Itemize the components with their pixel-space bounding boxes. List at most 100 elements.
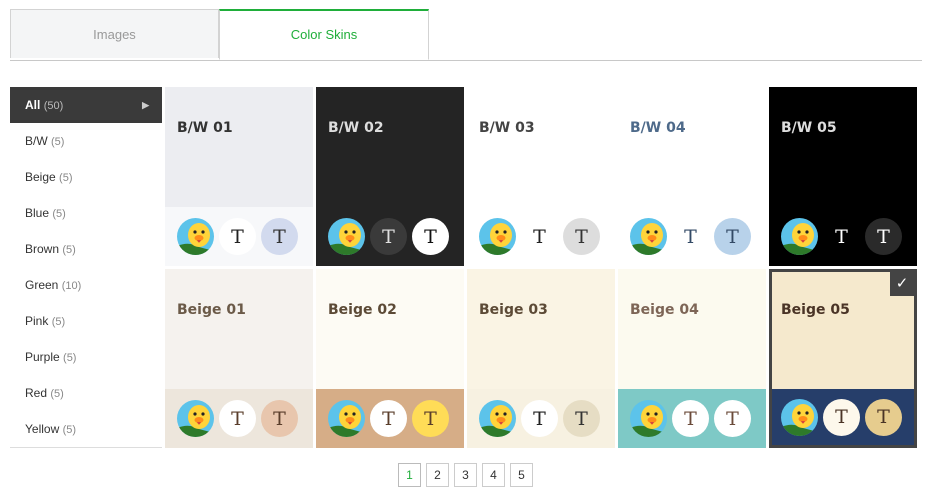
skin-tile[interactable]: B/W 05 T T <box>769 87 917 266</box>
page-1[interactable]: 1 <box>398 463 421 487</box>
tab-color-skins[interactable]: Color Skins <box>219 9 429 60</box>
skin-preview-bottom: TT <box>618 389 766 448</box>
sidebar-item-label: Blue <box>25 206 50 220</box>
skin-preview-top: B/W 05 <box>769 87 917 207</box>
sidebar-item-all[interactable]: All (50) ▶ <box>10 87 162 123</box>
sally-duck-icon <box>630 218 667 255</box>
skin-tile[interactable]: B/W 04 T T <box>618 87 766 266</box>
skin-preview-top: B/W 01 <box>165 87 313 207</box>
sidebar-item-label: Purple <box>25 350 60 364</box>
sidebar-item-count: (50) <box>43 100 64 112</box>
text-sample-dark: T <box>714 218 751 255</box>
category-sidebar: All (50) ▶ B/W (5) Beige (5) Blue (5) Br… <box>10 87 162 448</box>
skin-tile[interactable]: B/W 02 T T <box>316 87 464 266</box>
sidebar-item-label: Brown <box>25 242 60 256</box>
sidebar-item-count: (5) <box>59 172 73 184</box>
skin-name: B/W 02 <box>328 120 384 136</box>
page-2[interactable]: 2 <box>426 463 449 487</box>
sidebar-item-label: B/W <box>25 134 48 148</box>
sidebar-item-red[interactable]: Red (5) <box>10 375 162 411</box>
skin-preview-top: B/W 04 <box>618 87 766 207</box>
skin-preview-bottom: TT <box>316 207 464 266</box>
text-sample-light: T <box>370 218 407 255</box>
skin-name: B/W 04 <box>630 120 686 136</box>
sidebar-item-label: Pink <box>25 314 49 328</box>
sidebar-item-green[interactable]: Green (10) <box>10 267 162 303</box>
text-sample-light: T <box>370 400 407 437</box>
skin-preview-bottom: TT <box>165 389 313 448</box>
sidebar-item-brown[interactable]: Brown (5) <box>10 231 162 267</box>
text-sample-light: T <box>672 218 709 255</box>
text-sample-light: T <box>521 400 558 437</box>
checkmark-icon: ✓ <box>890 272 914 296</box>
sally-duck-icon <box>177 218 214 255</box>
sidebar-item-bw[interactable]: B/W (5) <box>10 123 162 159</box>
sally-duck-icon <box>177 400 214 437</box>
skin-preview-bottom: TT <box>316 389 464 448</box>
sidebar-item-label: Green <box>25 278 59 292</box>
sally-duck-icon <box>328 400 365 437</box>
skin-preview-bottom: TT <box>467 207 615 266</box>
skin-tile[interactable]: Beige 04 T T <box>618 269 766 448</box>
pagination: 1 2 3 4 5 <box>398 463 533 487</box>
text-sample-dark: T <box>412 400 449 437</box>
page-5[interactable]: 5 <box>510 463 533 487</box>
skin-name: B/W 05 <box>781 120 837 136</box>
text-sample-dark: T <box>412 218 449 255</box>
skin-preview-top: Beige 01 <box>165 269 313 389</box>
skin-name: Beige 01 <box>177 302 246 318</box>
skin-preview-bottom: TT <box>618 207 766 266</box>
skin-name: Beige 04 <box>630 302 699 318</box>
skin-preview-top: Beige 02 <box>316 269 464 389</box>
skin-tile[interactable]: Beige 01 T T <box>165 269 313 448</box>
text-sample-dark: T <box>865 398 902 436</box>
sidebar-item-count: (5) <box>50 388 64 400</box>
text-sample-dark: T <box>261 400 298 437</box>
text-sample-light: T <box>521 218 558 255</box>
text-sample-dark: T <box>563 218 600 255</box>
sidebar-item-count: (5) <box>51 136 65 148</box>
sidebar-item-pink[interactable]: Pink (5) <box>10 303 162 339</box>
page-3[interactable]: 3 <box>454 463 477 487</box>
sidebar-item-label: All <box>25 98 41 112</box>
page-4[interactable]: 4 <box>482 463 505 487</box>
text-sample-dark: T <box>563 400 600 437</box>
sidebar-item-count: (5) <box>62 244 76 256</box>
text-sample-light: T <box>823 398 860 436</box>
skin-name: B/W 01 <box>177 120 233 136</box>
skin-preview-bottom: TT <box>769 207 917 266</box>
sidebar-item-count: (10) <box>61 280 82 292</box>
tab-bar: Images Color Skins <box>10 9 922 61</box>
text-sample-light: T <box>823 218 860 255</box>
sidebar-item-label: Yellow <box>25 422 60 436</box>
text-sample-dark: T <box>714 400 751 437</box>
skin-preview-bottom: TT <box>772 389 914 445</box>
skin-preview-top: Beige 04 <box>618 269 766 389</box>
skin-preview-top: B/W 03 <box>467 87 615 207</box>
text-sample-dark: T <box>865 218 902 255</box>
sally-duck-icon <box>630 400 667 437</box>
skin-tile[interactable]: B/W 01 T T <box>165 87 313 266</box>
skin-preview-top: Beige 03 <box>467 269 615 389</box>
skin-preview-bottom: TT <box>165 207 313 266</box>
sidebar-item-label: Red <box>25 386 48 400</box>
sidebar-item-blue[interactable]: Blue (5) <box>10 195 162 231</box>
skin-tile[interactable]: Beige 03 T T <box>467 269 615 448</box>
tab-images[interactable]: Images <box>10 9 219 58</box>
skin-tile[interactable]: Beige 05 T T ✓ <box>769 269 917 448</box>
chevron-right-icon: ▶ <box>142 100 149 110</box>
sidebar-divider <box>10 447 162 448</box>
skin-preview-bottom: TT <box>467 389 615 448</box>
sidebar-item-purple[interactable]: Purple (5) <box>10 339 162 375</box>
sidebar-item-count: (5) <box>52 208 66 220</box>
skin-tile[interactable]: B/W 03 T T <box>467 87 615 266</box>
skin-name: Beige 05 <box>781 302 850 318</box>
skin-name: Beige 02 <box>328 302 397 318</box>
text-sample-light: T <box>672 400 709 437</box>
sidebar-item-yellow[interactable]: Yellow (5) <box>10 411 162 447</box>
skin-tile[interactable]: Beige 02 T T <box>316 269 464 448</box>
text-sample-light: T <box>219 400 256 437</box>
sidebar-item-label: Beige <box>25 170 56 184</box>
sidebar-item-beige[interactable]: Beige (5) <box>10 159 162 195</box>
sally-duck-icon <box>781 218 818 255</box>
